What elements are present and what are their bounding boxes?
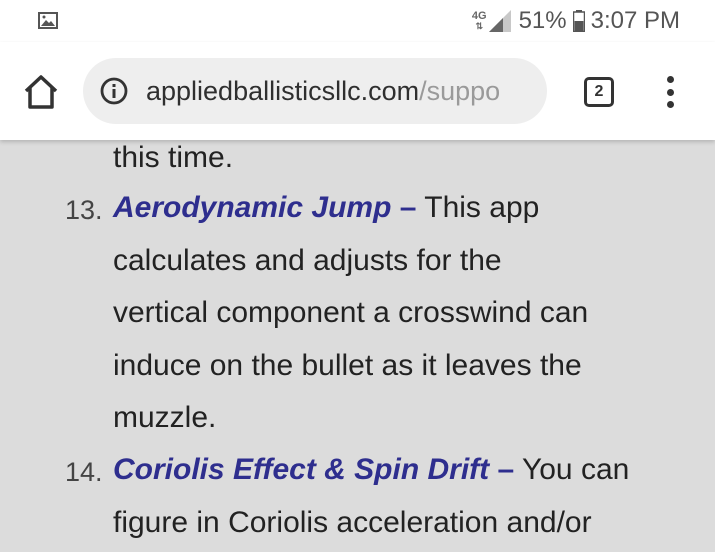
network-type: 4G ⇅	[471, 10, 487, 31]
battery-percentage: 51%	[518, 7, 567, 34]
home-icon	[24, 75, 58, 109]
article-content: this time. 13. Aerodynamic Jump – This a…	[0, 140, 715, 552]
status-bar: 4G ⇅ 51% 3:07 PM	[0, 0, 715, 42]
home-button[interactable]	[20, 72, 62, 112]
browser-toolbar: appliedballisticsllc.com/suppo 2	[0, 42, 715, 140]
title-dash: –	[391, 191, 417, 224]
item-text: figure in Coriolis acceleration and/or	[113, 506, 592, 539]
overflow-menu-icon[interactable]	[660, 72, 680, 112]
list-number: 13.	[65, 195, 103, 225]
feature-title-aerodynamic-jump: Aerodynamic Jump	[113, 191, 392, 224]
item-text: This app	[416, 191, 540, 224]
info-icon[interactable]	[100, 77, 128, 105]
list-number: 14.	[65, 457, 103, 487]
item-text: calculates and adjusts for the	[113, 244, 502, 277]
signal-icon	[488, 10, 511, 32]
url-path: /suppo	[419, 76, 501, 106]
clock-time: 3:07 PM	[590, 7, 680, 34]
feature-title-coriolis-spin-drift: Coriolis Effect & Spin Drift	[113, 453, 490, 486]
previous-item-tail: this time.	[113, 141, 234, 174]
list-item: Aerodynamic Jump – This app	[113, 190, 539, 226]
title-dash: –	[489, 453, 515, 486]
list-item: Coriolis Effect & Spin Drift – You can	[113, 452, 629, 488]
item-text: You can	[514, 453, 630, 486]
url-text[interactable]: appliedballisticsllc.com/suppo	[146, 75, 531, 107]
address-bar[interactable]: appliedballisticsllc.com/suppo	[83, 58, 547, 124]
url-domain: appliedballisticsllc.com	[146, 76, 420, 106]
battery-icon	[572, 10, 585, 32]
image-icon	[38, 12, 58, 29]
tab-count: 2	[594, 83, 604, 100]
status-indicators: 4G ⇅ 51% 3:07 PM	[472, 5, 680, 37]
item-text: muzzle.	[113, 401, 217, 434]
item-text: induce on the bullet as it leaves the	[113, 349, 582, 382]
tab-switcher-button[interactable]: 2	[584, 77, 614, 107]
item-text: vertical component a crosswind can	[113, 296, 589, 329]
